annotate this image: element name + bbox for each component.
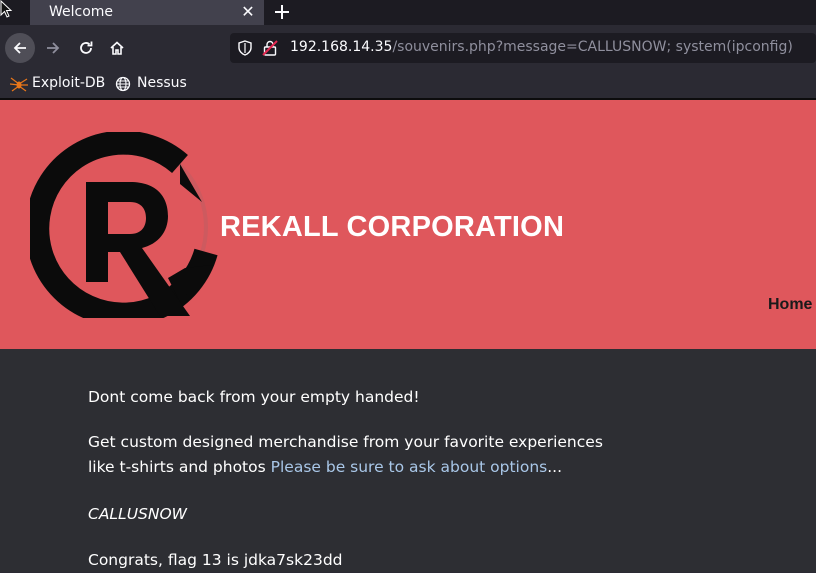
nav-home-link[interactable]: Home	[768, 296, 812, 314]
arrow-right-icon	[47, 42, 60, 54]
url-text[interactable]: 192.168.14.35/souvenirs.php?message=CALL…	[290, 39, 793, 55]
forward-button[interactable]	[38, 33, 68, 63]
message-text: CALLUSNOW	[88, 505, 188, 523]
flag-text: Congrats, flag 13 is jdka7sk23dd	[88, 551, 343, 569]
spider-icon	[10, 77, 28, 92]
merch-paragraph: Get custom designed merchandise from you…	[88, 430, 628, 480]
home-icon	[110, 41, 124, 55]
reload-button[interactable]	[71, 33, 101, 63]
url-path: /souvenirs.php?message=CALLUSNOW; system…	[392, 39, 793, 55]
bookmarks-toolbar: Exploit-DB Nessus	[0, 70, 816, 98]
url-host: 192.168.14.35	[290, 39, 393, 55]
main-content: Dont come back from your empty handed! G…	[0, 349, 816, 572]
rekall-logo-icon	[30, 132, 218, 318]
tab-bar: Welcome ✕	[0, 0, 816, 25]
close-tab-icon[interactable]: ✕	[237, 0, 259, 24]
home-button[interactable]	[102, 33, 132, 63]
intro-text: Dont come back from your empty handed!	[88, 388, 420, 406]
shield-icon[interactable]	[238, 40, 252, 56]
back-button[interactable]	[5, 33, 35, 63]
reload-icon	[80, 41, 93, 54]
tab-title: Welcome	[49, 4, 114, 20]
insecure-lock-icon[interactable]	[262, 40, 278, 56]
merch-suffix: ...	[547, 458, 563, 476]
brand-title: REKALL CORPORATION	[220, 211, 565, 243]
url-bar[interactable]: 192.168.14.35/souvenirs.php?message=CALL…	[230, 33, 816, 63]
bookmark-label: Exploit-DB	[32, 75, 106, 91]
bookmark-label: Nessus	[137, 75, 187, 91]
site-header: REKALL CORPORATION Home	[0, 100, 816, 349]
mouse-cursor-icon	[0, 0, 13, 18]
options-link[interactable]: Please be sure to ask about options	[271, 458, 548, 476]
arrow-left-icon	[13, 42, 26, 54]
new-tab-button[interactable]	[270, 0, 294, 24]
plus-icon	[275, 5, 289, 19]
globe-icon	[115, 76, 131, 92]
tab-welcome[interactable]: Welcome ✕	[30, 0, 264, 25]
